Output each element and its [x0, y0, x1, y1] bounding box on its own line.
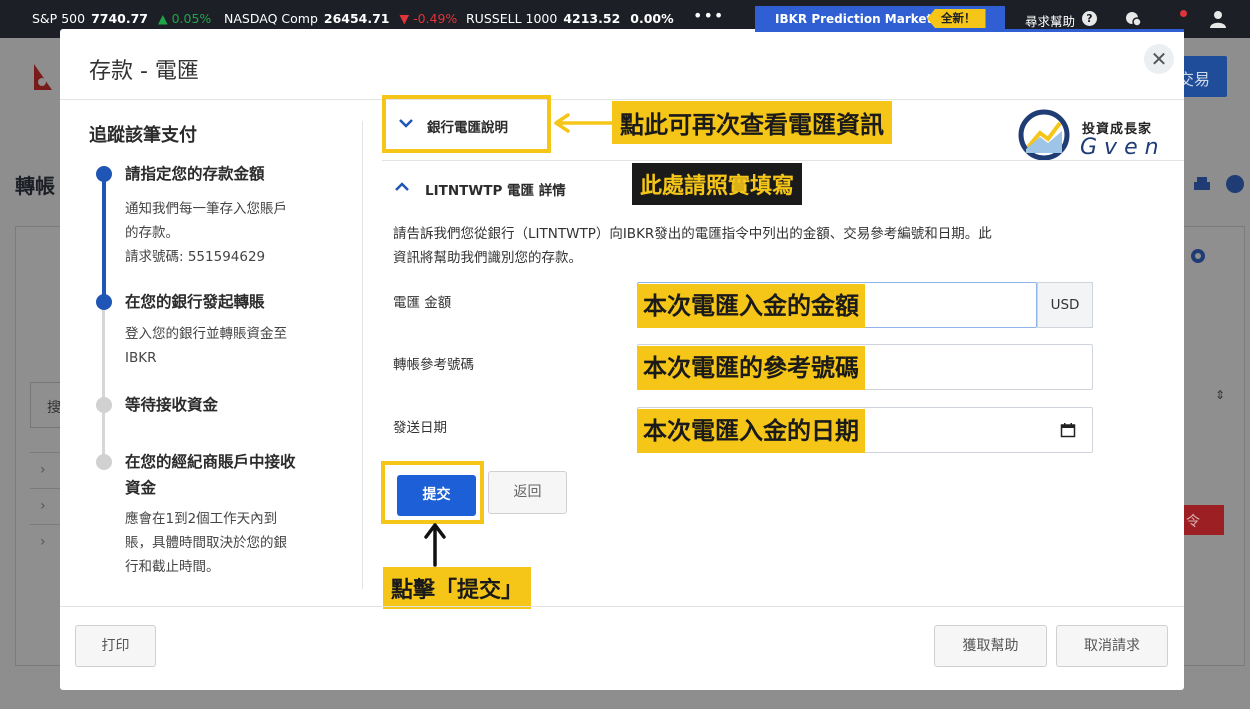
ticker-value: 7740.77	[91, 11, 148, 26]
modal-title: 存款 - 電匯	[89, 59, 199, 84]
column-divider	[362, 121, 363, 589]
brand-logo-icon	[1018, 109, 1070, 161]
help-icon[interactable]: ?	[1082, 11, 1097, 26]
close-icon[interactable]: ✕	[1144, 44, 1174, 74]
chat-icon[interactable]	[1124, 10, 1142, 28]
left-arrow-annotation-icon	[554, 113, 614, 133]
header-divider	[60, 99, 1184, 100]
deposit-wire-modal: 存款 - 電匯 ✕ 追蹤該筆支付 請指定您的存款金額 通知我們每一筆存入您賬戶 …	[60, 29, 1184, 690]
step-desc-2: 登入您的銀行並轉賬資金至 IBKR	[125, 326, 287, 366]
user-icon[interactable]	[1208, 9, 1228, 29]
ticker-name: S&P 500	[32, 11, 86, 26]
cancel-request-button[interactable]: 取消請求	[1056, 625, 1168, 667]
step-dot-1	[96, 166, 112, 182]
annotation-reference: 本次電匯的參考號碼	[637, 346, 865, 390]
reference-label: 轉帳參考號碼	[393, 357, 474, 373]
details-description: 請告訴我們您從銀行（LITNTWTP）向IBKR發出的電匯指令中列出的金額、交易…	[393, 226, 992, 266]
ticker-russell[interactable]: RUSSELL 1000 4213.52 0.00%	[466, 11, 674, 26]
prediction-markets-label: IBKR Prediction Markets	[775, 12, 940, 26]
steps-heading: 追蹤該筆支付	[89, 125, 197, 146]
brand-name-en: Gven	[1080, 135, 1166, 160]
modal-top-accent	[755, 29, 1184, 32]
ticker-sp500[interactable]: S&P 500 7740.77 ▲ 0.05%	[32, 11, 211, 26]
bg-toolbar-icons	[1192, 174, 1245, 198]
footer-divider	[60, 606, 1184, 607]
ticker-name: NASDAQ Comp	[224, 11, 318, 26]
step-dot-4	[96, 454, 112, 470]
calendar-icon[interactable]	[1060, 422, 1076, 438]
notification-dot	[1180, 10, 1187, 17]
bg-row-chevron-icon: ›	[30, 488, 60, 524]
annotation-fill-actual: 此處請照實填寫	[632, 163, 803, 205]
step-desc-4: 應會在1到2個工作天內到 賬，具體時間取決於您的銀 行和截止時間。	[125, 511, 287, 575]
settings-gear-icon	[1191, 249, 1205, 263]
currency-addon: USD	[1037, 282, 1093, 328]
page-title-bg: 轉帳	[15, 174, 55, 198]
chevron-up-icon[interactable]	[394, 179, 410, 195]
get-help-button[interactable]: 獲取幫助	[934, 625, 1047, 667]
accordion-label: 銀行電匯說明	[427, 120, 508, 136]
ticker-change: ▼ -0.49%	[399, 11, 458, 26]
select-arrows-icon: ⇕	[1215, 388, 1226, 402]
ticker-change: ▲ 0.05%	[157, 11, 212, 26]
new-badge: 全新！	[927, 9, 986, 28]
accordion-wire-details[interactable]: LITNTWTP 電匯 詳情	[425, 179, 566, 199]
annotation-click-submit: 點擊「提交」	[383, 567, 532, 609]
step-title-1: 請指定您的存款金額	[125, 165, 265, 183]
step-desc-1: 通知我們每一筆存入您賬戶 的存款。 請求號碼: 551594629	[125, 201, 287, 265]
ticker-change: 0.00%	[630, 11, 674, 26]
ticker-nasdaq[interactable]: NASDAQ Comp 26454.71 ▼ -0.49%	[224, 11, 457, 26]
step-title-4: 在您的經紀商賬戶中接收 資金	[125, 453, 296, 497]
annotation-view-again: 點此可再次查看電匯資訊	[612, 101, 892, 144]
chevron-down-icon	[399, 119, 413, 128]
ticker-value: 26454.71	[323, 11, 390, 26]
progress-rail-pending	[102, 302, 105, 462]
submit-button[interactable]: 提交	[397, 475, 476, 516]
ticker-value: 4213.52	[563, 11, 621, 26]
step-title-2: 在您的銀行發起轉賬	[125, 293, 265, 311]
step-dot-3	[96, 397, 112, 413]
ticker-name: RUSSELL 1000	[466, 11, 558, 26]
more-menu-icon[interactable]: •••	[693, 6, 724, 25]
step-title-3: 等待接收資金	[125, 396, 219, 414]
bg-row-chevron-icon: ›	[30, 524, 60, 560]
up-arrow-annotation-icon	[424, 523, 446, 567]
step-dot-2	[96, 294, 112, 310]
submit-highlight: 提交	[381, 461, 484, 524]
ibkr-logo-icon	[34, 64, 52, 90]
print-icon	[1194, 177, 1210, 190]
back-button[interactable]: 返回	[488, 471, 567, 514]
question-icon	[1226, 175, 1245, 193]
progress-rail-complete	[102, 174, 106, 302]
annotation-amount: 本次電匯入金的金額	[637, 284, 865, 328]
amount-label: 電匯 金額	[393, 295, 452, 311]
annotation-date: 本次電匯入金的日期	[637, 409, 865, 453]
accordion-wire-instructions[interactable]: 銀行電匯說明	[382, 95, 551, 153]
bg-row-chevron-icon: ›	[30, 452, 60, 488]
date-label: 發送日期	[393, 420, 447, 436]
accordion-divider	[382, 160, 1184, 161]
help-link[interactable]: 尋求幫助	[1025, 11, 1075, 30]
print-button[interactable]: 打印	[75, 625, 156, 667]
